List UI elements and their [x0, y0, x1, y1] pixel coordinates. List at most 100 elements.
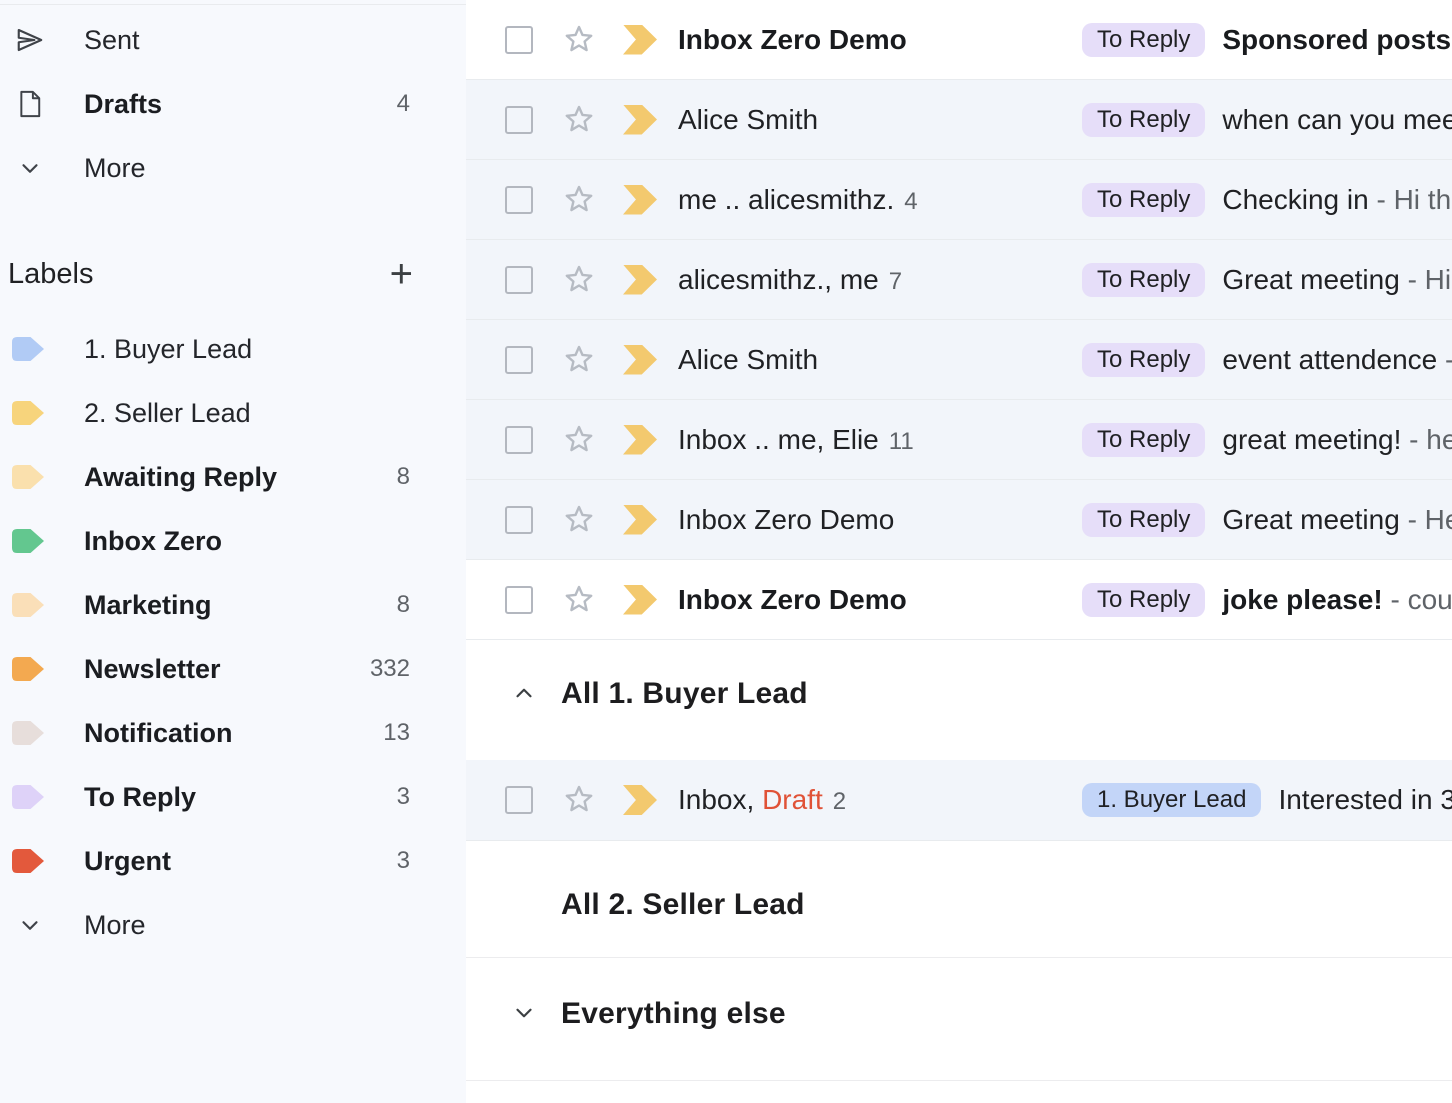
checkbox[interactable] [505, 266, 533, 294]
star-icon[interactable] [562, 103, 596, 137]
star-icon[interactable] [562, 503, 596, 537]
sidebar-label-awaiting-reply[interactable]: Awaiting Reply 8 [0, 445, 466, 509]
sidebar-label-newsletter[interactable]: Newsletter 332 [0, 637, 466, 701]
send-icon [14, 24, 46, 56]
sender: Inbox Zero Demo [678, 504, 894, 535]
thread-count: 7 [889, 268, 902, 295]
label-tag-icon [10, 655, 46, 683]
sidebar-labels-more[interactable]: More [0, 893, 466, 957]
checkbox[interactable] [505, 186, 533, 214]
sender: me .. alicesmithz. [678, 184, 894, 215]
importance-marker-icon[interactable] [623, 25, 657, 55]
email-row-buyer-lead[interactable]: Inbox, Draft2 1. Buyer Lead Interested i… [466, 760, 1452, 841]
label-name: 1. Buyer Lead [84, 334, 252, 365]
importance-marker-icon[interactable] [623, 345, 657, 375]
sidebar-label-urgent[interactable]: Urgent 3 [0, 829, 466, 893]
star-icon[interactable] [562, 583, 596, 617]
section-title: All 2. Seller Lead [561, 888, 805, 922]
label-count: 13 [383, 719, 410, 747]
label-chip[interactable]: 1. Buyer Lead [1082, 783, 1261, 817]
checkbox[interactable] [505, 506, 533, 534]
email-list: Inbox Zero Demo To Reply Sponsored posts… [466, 0, 1452, 1103]
label-chip[interactable]: To Reply [1082, 183, 1205, 217]
label-name: Notification [84, 718, 233, 749]
label-name: Marketing [84, 590, 212, 621]
label-count: 8 [397, 463, 410, 491]
sidebar-item-drafts[interactable]: Drafts 4 [0, 72, 466, 136]
sender: Alice Smith [678, 344, 818, 375]
sidebar-label-buyer-lead[interactable]: 1. Buyer Lead [0, 317, 466, 381]
email-row[interactable]: Alice Smith To Reply event attendence - … [466, 320, 1452, 400]
chevron-down-icon [14, 152, 46, 184]
checkbox[interactable] [505, 426, 533, 454]
sidebar-label-seller-lead[interactable]: 2. Seller Lead [0, 381, 466, 445]
label-chip[interactable]: To Reply [1082, 503, 1205, 537]
label-tag-icon [10, 783, 46, 811]
importance-marker-icon[interactable] [623, 185, 657, 215]
sidebar-item-sent[interactable]: Sent [0, 8, 466, 72]
importance-marker-icon[interactable] [623, 785, 657, 815]
labels-title: Labels [8, 258, 93, 291]
sidebar-item-label: Drafts [84, 89, 162, 120]
thread-count: 4 [904, 188, 917, 215]
sidebar-label-notification[interactable]: Notification 13 [0, 701, 466, 765]
label-name: Urgent [84, 846, 171, 877]
snippet: - H [1437, 344, 1452, 375]
label-tag-icon [10, 399, 46, 427]
subject: Great meeting [1222, 264, 1399, 295]
checkbox[interactable] [505, 586, 533, 614]
checkbox[interactable] [505, 26, 533, 54]
sidebar-label-to-reply[interactable]: To Reply 3 [0, 765, 466, 829]
label-count: 3 [397, 847, 410, 875]
email-row[interactable]: Inbox Zero Demo To Reply Sponsored posts… [466, 0, 1452, 80]
email-row[interactable]: Alice Smith To Reply when can you meet [466, 80, 1452, 160]
checkbox[interactable] [505, 786, 533, 814]
subject: event attendence [1222, 344, 1437, 375]
subject: when can you meet [1222, 104, 1452, 135]
checkbox[interactable] [505, 346, 533, 374]
add-label-button[interactable]: + [390, 254, 413, 294]
section-header-buyer-lead[interactable]: All 1. Buyer Lead [466, 640, 1452, 760]
sidebar-label-inbox-zero[interactable]: Inbox Zero [0, 509, 466, 573]
sidebar-item-label: Sent [84, 25, 140, 56]
star-icon[interactable] [562, 343, 596, 377]
importance-marker-icon[interactable] [623, 265, 657, 295]
sidebar-label-marketing[interactable]: Marketing 8 [0, 573, 466, 637]
star-icon[interactable] [562, 183, 596, 217]
section-header-seller-lead[interactable]: All 2. Seller Lead [466, 841, 1452, 958]
star-icon[interactable] [562, 783, 596, 817]
sender: Inbox Zero Demo [678, 24, 907, 55]
star-icon[interactable] [562, 423, 596, 457]
importance-marker-icon[interactable] [623, 585, 657, 615]
chevron-down-icon [14, 909, 46, 941]
email-row[interactable]: Inbox .. me, Elie11 To Reply great meeti… [466, 400, 1452, 480]
email-row[interactable]: Inbox Zero Demo To Reply joke please! - … [466, 560, 1452, 640]
label-chip[interactable]: To Reply [1082, 23, 1205, 57]
chevron-up-icon[interactable] [511, 680, 537, 706]
email-row[interactable]: alicesmithz., me7 To Reply Great meeting… [466, 240, 1452, 320]
sender: Inbox, [678, 784, 754, 815]
sender: Inbox .. me, Elie [678, 424, 879, 455]
email-row[interactable]: Inbox Zero Demo To Reply Great meeting -… [466, 480, 1452, 560]
label-name: Awaiting Reply [84, 462, 277, 493]
chevron-down-icon[interactable] [511, 1000, 537, 1026]
importance-marker-icon[interactable] [623, 425, 657, 455]
importance-marker-icon[interactable] [623, 505, 657, 535]
label-chip[interactable]: To Reply [1082, 103, 1205, 137]
star-icon[interactable] [562, 263, 596, 297]
star-icon[interactable] [562, 23, 596, 57]
section-header-everything-else[interactable]: Everything else [466, 958, 1452, 1081]
label-chip[interactable]: To Reply [1082, 583, 1205, 617]
label-tag-icon [10, 335, 46, 363]
subject: Sponsored posts [1222, 24, 1451, 55]
checkbox[interactable] [505, 106, 533, 134]
label-chip[interactable]: To Reply [1082, 263, 1205, 297]
sidebar-item-label: More [84, 153, 146, 184]
section-title: All 1. Buyer Lead [561, 677, 808, 711]
email-row[interactable]: me .. alicesmithz.4 To Reply Checking in… [466, 160, 1452, 240]
subject: great meeting! [1222, 424, 1401, 455]
sidebar-item-more[interactable]: More [0, 136, 466, 200]
importance-marker-icon[interactable] [623, 105, 657, 135]
label-chip[interactable]: To Reply [1082, 423, 1205, 457]
label-chip[interactable]: To Reply [1082, 343, 1205, 377]
